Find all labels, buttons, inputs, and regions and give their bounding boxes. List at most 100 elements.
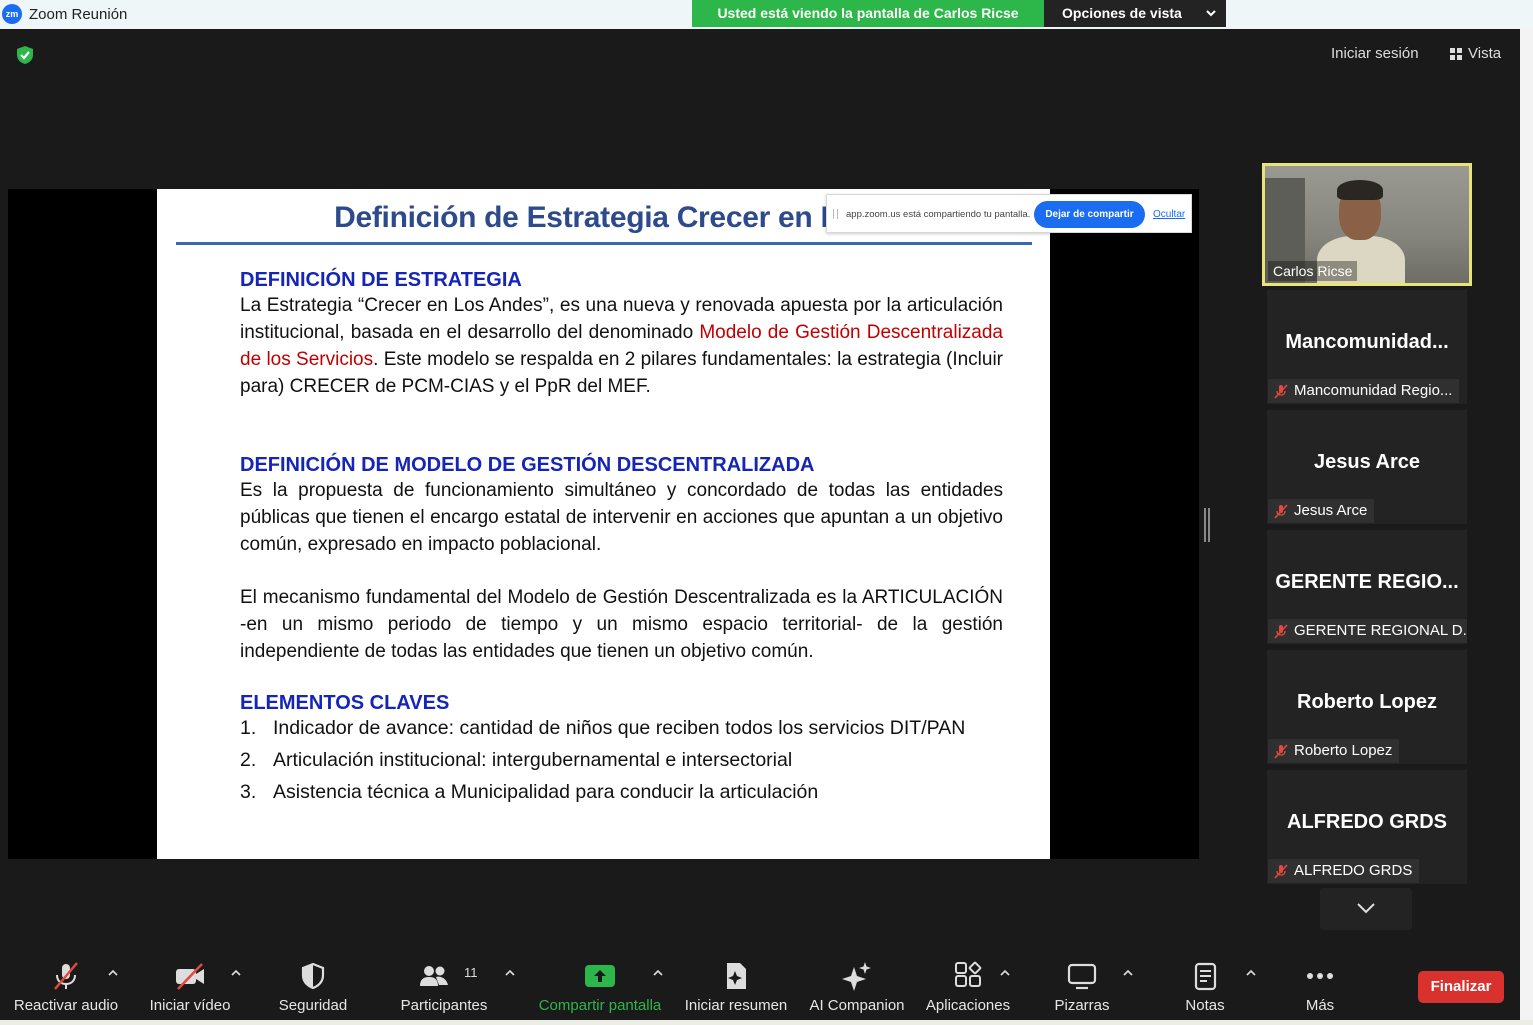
- slide-heading-key-elements: ELEMENTOS CLAVES: [240, 692, 450, 714]
- ai-companion-button[interactable]: AI Companion: [806, 949, 908, 1025]
- muted-mic-icon: [54, 962, 78, 990]
- slide-paragraph-strategy: La Estrategia “Crecer en Los Andes”, es …: [240, 292, 1003, 400]
- list-item: 1. Indicador de avance: cantidad de niños…: [240, 717, 965, 749]
- end-meeting-button[interactable]: Finalizar: [1418, 971, 1504, 1003]
- notes-options-caret-icon[interactable]: [1245, 967, 1257, 979]
- view-options-button[interactable]: Opciones de vista: [1044, 0, 1226, 27]
- start-video-label: Iniciar vídeo: [149, 997, 231, 1014]
- chevron-down-icon: [1357, 903, 1375, 914]
- window-title: Zoom Reunión: [29, 6, 128, 23]
- list-item: 3. Asistencia técnica a Municipalidad par…: [240, 781, 965, 813]
- apps-icon: [955, 961, 982, 987]
- taskbar-edge: [0, 1020, 1533, 1025]
- slide-heading-model: DEFINICIÓN DE MODELO DE GESTIÓN DESCENTR…: [240, 454, 815, 476]
- participant-tile[interactable]: Mancomunidad... Mancomunidad Regio...: [1267, 290, 1467, 404]
- screen-share-popup: app.zoom.us está compartiendo tu pantall…: [826, 194, 1192, 233]
- sparkle-icon: [842, 962, 871, 991]
- slide-paragraph-model: Es la propuesta de funcionamiento simult…: [240, 480, 1003, 555]
- slide-heading-strategy: DEFINICIÓN DE ESTRATEGIA: [240, 269, 522, 291]
- participants-scroll-down-button[interactable]: [1320, 888, 1412, 930]
- participant-display-name: Jesus Arce: [1314, 451, 1420, 473]
- list-number: 1.: [240, 717, 257, 739]
- list-text: Indicador de avance: cantidad de niños q…: [273, 717, 966, 739]
- ai-companion-label: AI Companion: [809, 997, 905, 1014]
- whiteboards-label: Pizarras: [1054, 997, 1110, 1014]
- video-off-icon: [176, 963, 204, 990]
- more-button[interactable]: Más: [1290, 949, 1350, 1025]
- muted-mic-icon: [1274, 864, 1288, 879]
- viewing-banner: Usted está viendo la pantalla de Carlos …: [692, 0, 1226, 27]
- active-speaker-video[interactable]: Carlos Ricse: [1262, 163, 1472, 286]
- whiteboards-options-caret-icon[interactable]: [1122, 967, 1134, 979]
- grid-view-icon: [1450, 47, 1462, 60]
- video-options-caret-icon[interactable]: [230, 967, 242, 979]
- notes-icon: [1194, 962, 1217, 991]
- participant-tile[interactable]: Jesus Arce Jesus Arce: [1267, 410, 1467, 524]
- muted-mic-icon: [1274, 624, 1288, 639]
- security-label: Seguridad: [278, 997, 348, 1014]
- list-item: 2. Articulación institucional: interguber…: [240, 749, 965, 781]
- signin-button[interactable]: Iniciar sesión: [1325, 42, 1425, 65]
- share-screen-label: Compartir pantalla: [538, 997, 662, 1014]
- viewing-screen-notice: Usted está viendo la pantalla de Carlos …: [692, 0, 1044, 27]
- muted-mic-icon: [1274, 744, 1288, 759]
- share-screen-button[interactable]: Compartir pantalla: [530, 949, 670, 1025]
- hide-link[interactable]: Ocultar: [1153, 209, 1185, 220]
- muted-mic-icon: [1274, 384, 1288, 399]
- participants-icon: [420, 966, 448, 986]
- participant-label-text: ALFREDO GRDS: [1294, 862, 1413, 879]
- participant-display-name: ALFREDO GRDS: [1287, 811, 1447, 833]
- muted-mic-icon: [1274, 504, 1288, 519]
- notes-button[interactable]: Notas: [1170, 949, 1240, 1025]
- video-person-hair: [1337, 180, 1383, 200]
- participant-label: Mancomunidad Regio...: [1268, 379, 1460, 403]
- participant-label-text: Roberto Lopez: [1294, 742, 1393, 759]
- apps-button[interactable]: Aplicaciones: [920, 949, 1016, 1025]
- participant-label-text: Jesus Arce: [1294, 502, 1368, 519]
- slide-title-rule: [176, 242, 1032, 245]
- list-text: Asistencia técnica a Municipalidad para …: [273, 781, 819, 803]
- participant-tile[interactable]: ALFREDO GRDS ALFREDO GRDS: [1267, 770, 1467, 884]
- summary-icon: [727, 963, 746, 989]
- unmute-audio-button[interactable]: Reactivar audio: [8, 949, 124, 1025]
- security-shield-icon: [301, 962, 325, 990]
- participant-label-text: GERENTE REGIONAL D...: [1294, 622, 1467, 639]
- participant-display-name: GERENTE REGIO...: [1275, 571, 1459, 593]
- panel-resize-handle[interactable]: [1204, 508, 1210, 542]
- share-screen-icon: [585, 965, 615, 987]
- presentation-slide: Definición de Estrategia Crecer en Los D…: [157, 189, 1050, 859]
- start-summary-button[interactable]: Iniciar resumen: [680, 949, 792, 1025]
- participants-button[interactable]: 11 Participantes: [394, 949, 494, 1025]
- participant-tile[interactable]: GERENTE REGIO... GERENTE REGIONAL D...: [1267, 530, 1467, 644]
- start-video-button[interactable]: Iniciar vídeo: [136, 949, 244, 1025]
- notes-label: Notas: [1185, 997, 1225, 1014]
- apps-options-caret-icon[interactable]: [999, 967, 1011, 979]
- participant-label: GERENTE REGIONAL D...: [1268, 619, 1467, 643]
- participant-label: ALFREDO GRDS: [1268, 859, 1420, 883]
- meeting-toolbar: Reactivar audio Iniciar vídeo Seguridad …: [0, 949, 1520, 1025]
- participants-options-caret-icon[interactable]: [504, 967, 516, 979]
- zoom-app-icon: zm: [2, 4, 22, 24]
- participant-name: Carlos Ricse: [1268, 261, 1358, 281]
- key-elements-list: 1. Indicador de avance: cantidad de niños…: [240, 717, 965, 813]
- view-button[interactable]: Vista: [1444, 42, 1507, 65]
- share-options-caret-icon[interactable]: [652, 967, 664, 979]
- security-button[interactable]: Seguridad: [268, 949, 358, 1025]
- participant-label: Roberto Lopez: [1268, 739, 1400, 763]
- unmute-audio-label: Reactivar audio: [13, 997, 119, 1014]
- encryption-shield-icon[interactable]: [14, 44, 36, 66]
- apps-label: Aplicaciones: [925, 997, 1011, 1014]
- participant-tile[interactable]: Roberto Lopez Roberto Lopez: [1267, 650, 1467, 764]
- window-edge: [1520, 29, 1533, 1025]
- participant-label: Jesus Arce: [1268, 499, 1375, 523]
- participant-display-name: Roberto Lopez: [1297, 691, 1437, 713]
- list-number: 2.: [240, 749, 257, 771]
- audio-options-caret-icon[interactable]: [107, 967, 119, 979]
- participants-label: Participantes: [400, 997, 488, 1014]
- drag-handle[interactable]: [833, 209, 838, 219]
- share-message: app.zoom.us está compartiendo tu pantall…: [846, 209, 1031, 220]
- view-options-label: Opciones de vista: [1062, 5, 1182, 21]
- whiteboards-button[interactable]: Pizarras: [1042, 949, 1122, 1025]
- stop-sharing-button[interactable]: Dejar de compartir: [1034, 201, 1145, 228]
- slide-paragraph-mechanism: El mecanismo fundamental del Modelo de G…: [240, 587, 1003, 662]
